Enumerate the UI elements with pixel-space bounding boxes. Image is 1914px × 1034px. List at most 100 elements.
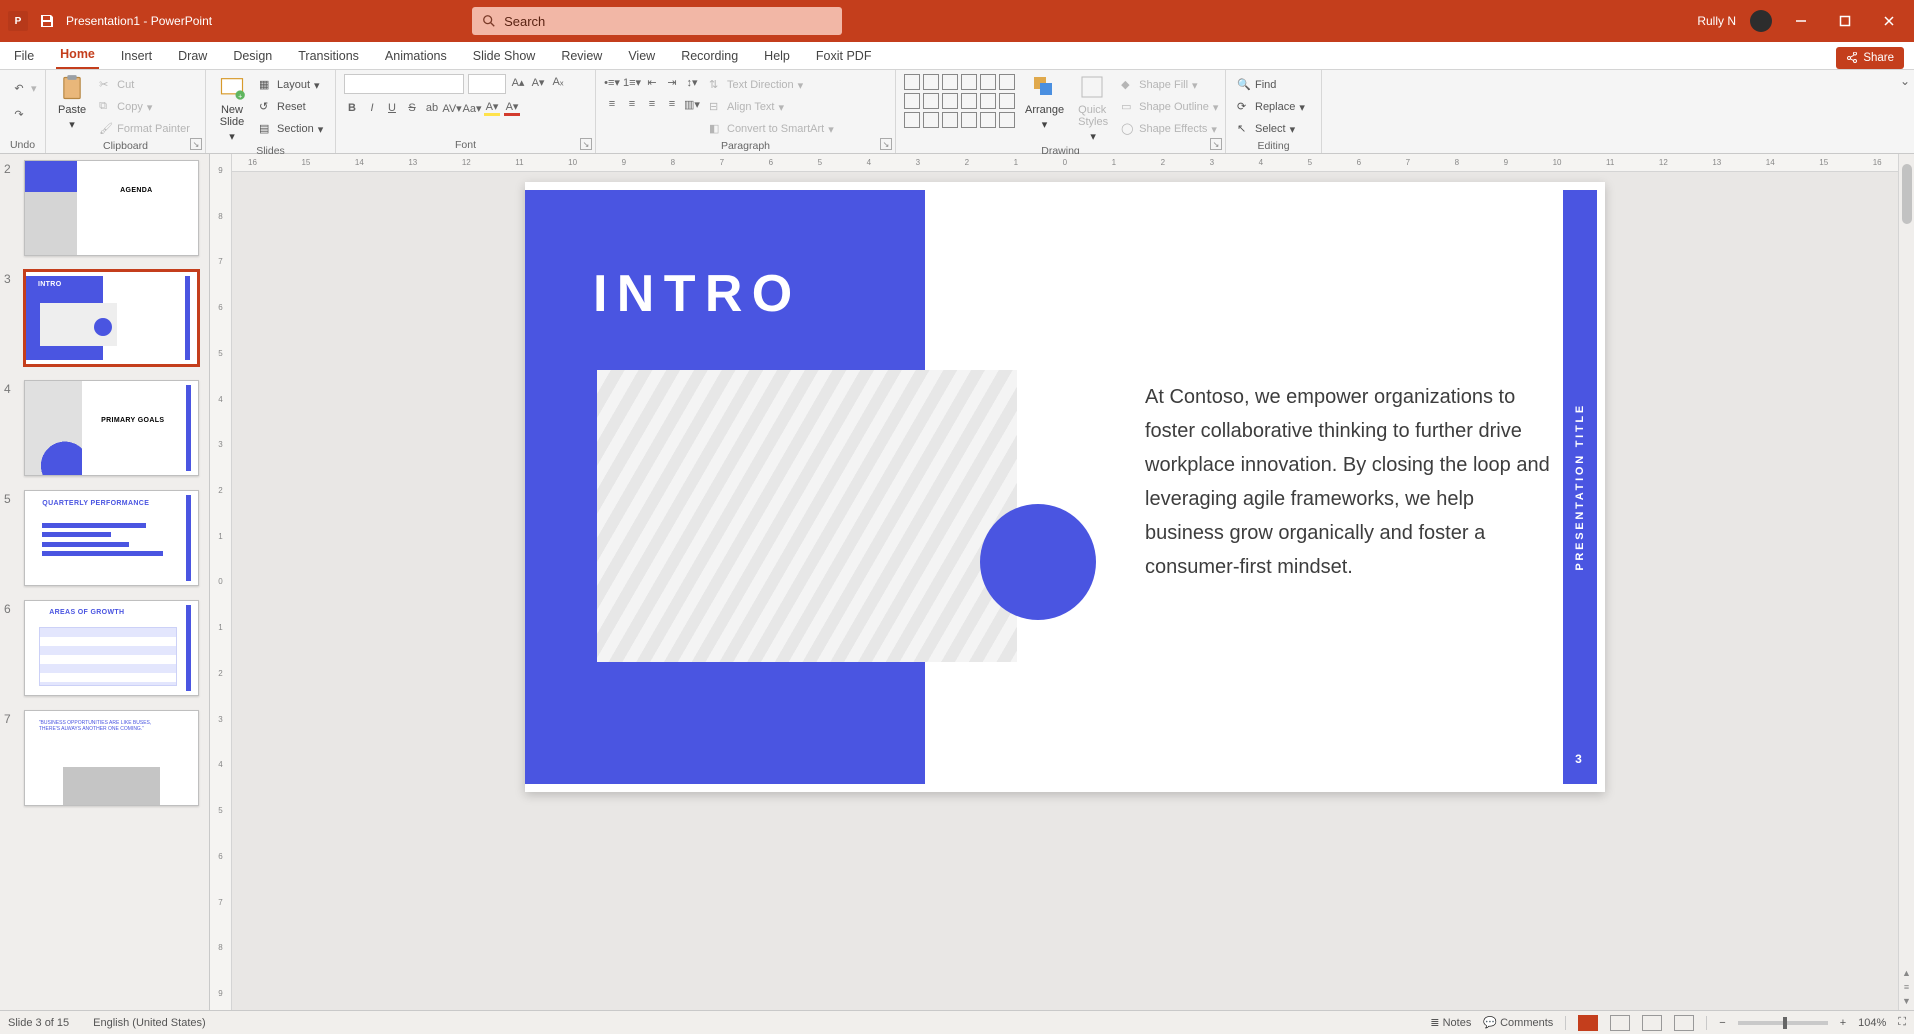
ribbon-collapse-icon[interactable]: ⌄ [1900,74,1910,88]
tab-recording[interactable]: Recording [677,45,742,69]
user-name[interactable]: Rully N [1697,14,1736,28]
tab-file[interactable]: File [10,45,38,69]
status-slide-info[interactable]: Slide 3 of 15 [8,1017,69,1029]
paragraph-dialog-launcher[interactable]: ↘ [880,138,892,150]
bullets-button[interactable]: •≡▾ [604,74,620,90]
comments-button[interactable]: 💬 Comments [1483,1016,1553,1029]
change-case-button[interactable]: Aa▾ [464,100,480,116]
tab-help[interactable]: Help [760,45,794,69]
tab-view[interactable]: View [624,45,659,69]
minimize-button[interactable] [1786,0,1816,42]
redo-button[interactable]: ↷ [8,104,30,124]
zoom-out-button[interactable]: − [1719,1017,1725,1029]
slide-thumbnail-5[interactable]: QUARTERLY PERFORMANCE [24,490,199,586]
increase-indent-button[interactable]: ⇥ [664,74,680,90]
shape-effects-button[interactable]: ◯Shape Effects ▾ [1118,120,1221,138]
zoom-level[interactable]: 104% [1858,1017,1886,1029]
bold-button[interactable]: B [344,100,360,116]
layout-button[interactable]: ▦Layout ▾ [256,76,326,94]
slide-thumbnail-4[interactable]: PRIMARY GOALS [24,380,199,476]
vertical-ruler[interactable]: 9876543210123456789 [210,154,232,1010]
slide-nav-icon[interactable]: ≡ [1904,982,1909,992]
zoom-in-button[interactable]: + [1840,1017,1846,1029]
section-button[interactable]: ▤Section ▾ [256,120,326,138]
select-button[interactable]: ↖Select ▾ [1234,120,1298,138]
scrollbar-thumb[interactable] [1902,164,1912,224]
arrange-button[interactable]: Arrange▾ [1021,74,1068,131]
zoom-slider[interactable] [1738,1021,1828,1025]
paste-button[interactable]: Paste ▾ [54,74,90,131]
horizontal-ruler[interactable]: 1615141312111098765432101234567891011121… [232,154,1898,172]
slide-canvas[interactable]: INTRO At Contoso, we empower organizatio… [232,172,1898,1010]
format-painter-button[interactable]: 🖌 Format Painter [96,120,193,138]
user-avatar-icon[interactable] [1750,10,1772,32]
line-spacing-button[interactable]: ↕▾ [684,74,700,90]
italic-button[interactable]: I [364,100,380,116]
current-slide[interactable]: INTRO At Contoso, we empower organizatio… [525,182,1605,792]
slide-thumbnail-3[interactable]: INTRO [24,270,199,366]
decrease-font-icon[interactable]: A▾ [530,74,546,90]
replace-button[interactable]: ⟳Replace ▾ [1234,98,1308,116]
copy-button[interactable]: ⧉ Copy ▾ [96,98,193,116]
tab-slide-show[interactable]: Slide Show [469,45,540,69]
slide-circle-shape[interactable] [980,504,1096,620]
numbering-button[interactable]: 1≡▾ [624,74,640,90]
share-button[interactable]: Share [1836,47,1904,69]
font-color-button[interactable]: A▾ [504,100,520,116]
slide-thumbnail-6[interactable]: AREAS OF GROWTH [24,600,199,696]
next-slide-icon[interactable]: ▼ [1902,996,1911,1006]
shape-fill-button[interactable]: ◆Shape Fill ▾ [1118,76,1221,94]
align-text-button[interactable]: ⊟Align Text ▾ [706,98,837,116]
find-button[interactable]: 🔍Find [1234,76,1279,94]
text-shadow-button[interactable]: ab [424,100,440,116]
clipboard-dialog-launcher[interactable]: ↘ [190,138,202,150]
font-dialog-launcher[interactable]: ↘ [580,138,592,150]
undo-button[interactable]: ↶▾ [8,78,40,98]
increase-font-icon[interactable]: A▴ [510,74,526,90]
tab-review[interactable]: Review [557,45,606,69]
slide-thumbnail-2[interactable]: AGENDA [24,160,199,256]
highlight-color-button[interactable]: A▾ [484,100,500,116]
status-language[interactable]: English (United States) [93,1017,206,1029]
columns-button[interactable]: ▥▾ [684,96,700,112]
font-size-input[interactable] [468,74,506,94]
tab-transitions[interactable]: Transitions [294,45,363,69]
vertical-scrollbar[interactable]: ▲ ≡ ▼ [1898,154,1914,1010]
quick-styles-button[interactable]: Quick Styles▾ [1074,74,1112,143]
tab-insert[interactable]: Insert [117,45,156,69]
reading-view-button[interactable] [1642,1015,1662,1031]
tab-animations[interactable]: Animations [381,45,451,69]
convert-smartart-button[interactable]: ◧Convert to SmartArt ▾ [706,120,837,138]
save-icon[interactable] [38,12,56,30]
tab-draw[interactable]: Draw [174,45,211,69]
tab-foxit-pdf[interactable]: Foxit PDF [812,45,876,69]
slide-sorter-view-button[interactable] [1610,1015,1630,1031]
drawing-dialog-launcher[interactable]: ↘ [1210,138,1222,150]
tab-design[interactable]: Design [229,45,276,69]
previous-slide-icon[interactable]: ▲ [1902,968,1911,978]
clear-formatting-icon[interactable]: Aₓ [550,74,566,90]
underline-button[interactable]: U [384,100,400,116]
align-right-button[interactable]: ≡ [644,96,660,112]
fit-to-window-button[interactable]: ⛶ [1898,1016,1906,1029]
decrease-indent-button[interactable]: ⇤ [644,74,660,90]
slide-thumbnails-panel[interactable]: 2 AGENDA 3 INTRO 4 PRIMARY GOALS [0,154,210,1010]
slide-image-placeholder[interactable] [597,370,1017,662]
maximize-button[interactable] [1830,0,1860,42]
normal-view-button[interactable] [1578,1015,1598,1031]
slide-title[interactable]: INTRO [593,264,802,324]
strikethrough-button[interactable]: S [404,100,420,116]
justify-button[interactable]: ≡ [664,96,680,112]
tab-home[interactable]: Home [56,43,99,69]
cut-button[interactable]: ✂ Cut [96,76,193,94]
align-left-button[interactable]: ≡ [604,96,620,112]
new-slide-button[interactable]: + New Slide ▾ [214,74,250,143]
slide-body-text[interactable]: At Contoso, we empower organizations to … [1145,380,1555,584]
character-spacing-button[interactable]: AV▾ [444,100,460,116]
align-center-button[interactable]: ≡ [624,96,640,112]
reset-button[interactable]: ↺Reset [256,98,326,116]
notes-button[interactable]: ≣ Notes [1430,1016,1471,1029]
close-button[interactable] [1874,0,1904,42]
slideshow-view-button[interactable] [1674,1015,1694,1031]
slide-thumbnail-7[interactable]: “BUSINESS OPPORTUNITIES ARE LIKE BUSES,T… [24,710,199,806]
